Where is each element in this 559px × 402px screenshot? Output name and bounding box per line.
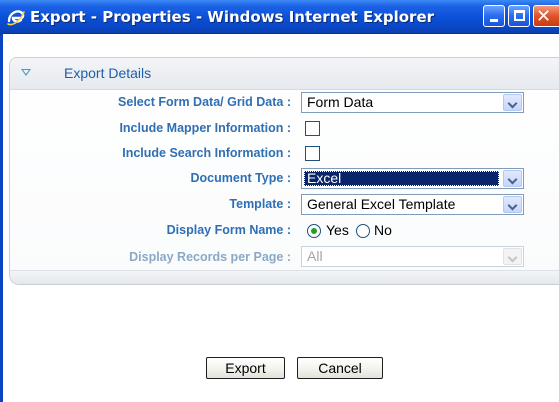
records-per-page-label: Display Records per Page : [129,250,291,264]
form-grid-select[interactable]: Form Data [301,92,524,113]
chevron-down-icon[interactable] [503,196,522,213]
display-name-no-radio[interactable] [356,224,370,238]
mapper-checkbox[interactable] [305,121,320,136]
maximize-button[interactable] [508,5,530,27]
document-type-select[interactable]: Excel [301,168,524,189]
document-type-label: Document Type : [190,171,291,185]
chevron-down-icon[interactable] [503,94,522,111]
display-form-name-label: Display Form Name : [166,223,291,237]
chevron-down-icon [503,248,522,265]
window-frame-left [0,34,3,402]
template-select[interactable]: General Excel Template [301,194,524,215]
chevron-down-icon[interactable] [503,170,522,187]
form-grid-label: Select Form Data/ Grid Data : [118,95,291,109]
form-grid-value: Form Data [307,94,374,110]
template-value: General Excel Template [307,196,456,212]
close-icon: ✕ [536,6,552,27]
template-label: Template : [229,197,291,211]
window-title-bar[interactable]: Export - Properties - Windows Internet E… [0,0,559,34]
records-per-page-select[interactable]: All [301,246,524,267]
display-name-yes-label[interactable]: Yes [326,222,349,238]
panel-title: Export Details [64,65,152,81]
maximize-icon [514,10,525,21]
display-name-yes-radio[interactable] [307,224,321,238]
display-name-no-label[interactable]: No [374,222,392,238]
collapse-triangle-icon[interactable] [21,69,31,76]
close-button[interactable]: ✕ [533,5,559,27]
search-checkbox[interactable] [305,146,320,161]
records-per-page-value: All [307,248,323,264]
cancel-button[interactable]: Cancel [297,357,383,379]
mapper-label: Include Mapper Information : [119,121,291,135]
document-type-value: Excel [307,170,342,186]
panel-footer [10,270,559,284]
window-title: Export - Properties - Windows Internet E… [30,8,435,26]
export-button[interactable]: Export [206,357,285,379]
minimize-button[interactable] [483,5,505,27]
minimize-icon [490,19,498,22]
internet-explorer-icon [7,10,25,26]
panel-header[interactable]: Export Details [10,58,559,90]
search-label: Include Search Information : [122,146,291,160]
